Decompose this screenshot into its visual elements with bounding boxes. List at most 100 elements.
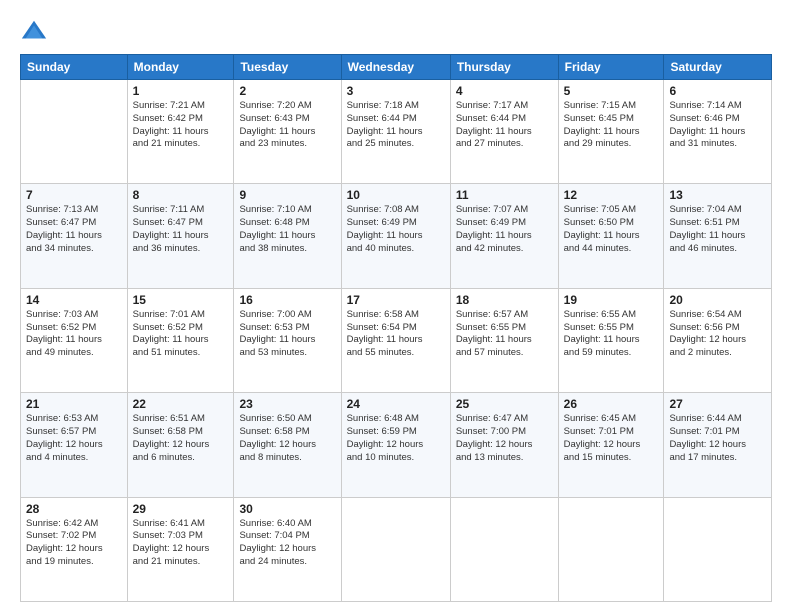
- calendar-cell: 14Sunrise: 7:03 AM Sunset: 6:52 PM Dayli…: [21, 288, 128, 392]
- day-number: 27: [669, 397, 766, 411]
- day-number: 8: [133, 188, 229, 202]
- calendar-cell: 15 Sunrise: 7:01 AM Sunset: 6:52 PM Dayli…: [127, 288, 234, 392]
- day-content: Sunrise: 7:05 AM Sunset: 6:50 PM Dayligh…: [564, 204, 659, 255]
- calendar-cell: 25 Sunrise: 6:47 AM Sunset: 7:00 PM Dayli…: [450, 393, 558, 497]
- day-content: Sunrise: 6:55 AM Sunset: 6:55 PM Dayligh…: [564, 309, 659, 360]
- calendar-header-monday: Monday: [127, 55, 234, 80]
- calendar-table: SundayMondayTuesdayWednesdayThursdayFrid…: [20, 54, 772, 602]
- calendar-week-4: 21 Sunrise: 6:53 AM Sunset: 6:57 PM Dayli…: [21, 393, 772, 497]
- day-content: Sunrise: 6:48 AM Sunset: 6:59 PM Dayligh…: [347, 413, 445, 464]
- day-number: 15: [133, 293, 229, 307]
- calendar-cell: [558, 497, 664, 601]
- day-content: Sunrise: 7:08 AM Sunset: 6:49 PM Dayligh…: [347, 204, 445, 255]
- calendar-cell: 16 Sunrise: 7:00 AM Sunset: 6:53 PM Dayli…: [234, 288, 341, 392]
- calendar-header-wednesday: Wednesday: [341, 55, 450, 80]
- calendar-week-2: 7 Sunrise: 7:13 AM Sunset: 6:47 PM Daylig…: [21, 184, 772, 288]
- day-number: 30: [239, 502, 335, 516]
- calendar-cell: 27 Sunrise: 6:44 AM Sunset: 7:01 PM Dayli…: [664, 393, 772, 497]
- day-number: 17: [347, 293, 445, 307]
- day-content: Sunrise: 7:14 AM Sunset: 6:46 PM Dayligh…: [669, 100, 766, 151]
- day-number: 7: [26, 188, 122, 202]
- day-content: Sunrise: 6:47 AM Sunset: 7:00 PM Dayligh…: [456, 413, 553, 464]
- day-content: Sunrise: 6:57 AM Sunset: 6:55 PM Dayligh…: [456, 309, 553, 360]
- day-number: 9: [239, 188, 335, 202]
- day-number: 24: [347, 397, 445, 411]
- day-number: 10: [347, 188, 445, 202]
- calendar-cell: [664, 497, 772, 601]
- calendar-cell: 4Sunrise: 7:17 AM Sunset: 6:44 PM Daylig…: [450, 80, 558, 184]
- day-number: 21: [26, 397, 122, 411]
- day-content: Sunrise: 7:10 AM Sunset: 6:48 PM Dayligh…: [239, 204, 335, 255]
- calendar-header-saturday: Saturday: [664, 55, 772, 80]
- calendar-cell: 7 Sunrise: 7:13 AM Sunset: 6:47 PM Daylig…: [21, 184, 128, 288]
- day-number: 28: [26, 502, 122, 516]
- day-number: 22: [133, 397, 229, 411]
- calendar-cell: 10 Sunrise: 7:08 AM Sunset: 6:49 PM Dayli…: [341, 184, 450, 288]
- day-number: 16: [239, 293, 335, 307]
- calendar-week-5: 28 Sunrise: 6:42 AM Sunset: 7:02 PM Dayli…: [21, 497, 772, 601]
- day-number: 29: [133, 502, 229, 516]
- day-number: 6: [669, 84, 766, 98]
- calendar-header-thursday: Thursday: [450, 55, 558, 80]
- day-content: Sunrise: 6:40 AM Sunset: 7:04 PM Dayligh…: [239, 518, 335, 569]
- day-content: Sunrise: 7:13 AM Sunset: 6:47 PM Dayligh…: [26, 204, 122, 255]
- day-content: Sunrise: 7:15 AM Sunset: 6:45 PM Dayligh…: [564, 100, 659, 151]
- calendar-week-1: 1Sunrise: 7:21 AM Sunset: 6:42 PM Daylig…: [21, 80, 772, 184]
- calendar-cell: 26Sunrise: 6:45 AM Sunset: 7:01 PM Dayli…: [558, 393, 664, 497]
- calendar-cell: [341, 497, 450, 601]
- calendar-cell: 29 Sunrise: 6:41 AM Sunset: 7:03 PM Dayli…: [127, 497, 234, 601]
- day-number: 25: [456, 397, 553, 411]
- day-number: 11: [456, 188, 553, 202]
- day-number: 5: [564, 84, 659, 98]
- day-content: Sunrise: 6:50 AM Sunset: 6:58 PM Dayligh…: [239, 413, 335, 464]
- day-number: 12: [564, 188, 659, 202]
- day-number: 2: [239, 84, 335, 98]
- day-content: Sunrise: 6:44 AM Sunset: 7:01 PM Dayligh…: [669, 413, 766, 464]
- logo-icon: [20, 18, 48, 46]
- day-content: Sunrise: 6:54 AM Sunset: 6:56 PM Dayligh…: [669, 309, 766, 360]
- calendar-cell: 13 Sunrise: 7:04 AM Sunset: 6:51 PM Dayli…: [664, 184, 772, 288]
- day-number: 18: [456, 293, 553, 307]
- calendar-cell: 19 Sunrise: 6:55 AM Sunset: 6:55 PM Dayli…: [558, 288, 664, 392]
- calendar-header-sunday: Sunday: [21, 55, 128, 80]
- calendar-header-row: SundayMondayTuesdayWednesdayThursdayFrid…: [21, 55, 772, 80]
- calendar-cell: 2Sunrise: 7:20 AM Sunset: 6:43 PM Daylig…: [234, 80, 341, 184]
- calendar-cell: 9 Sunrise: 7:10 AM Sunset: 6:48 PM Daylig…: [234, 184, 341, 288]
- calendar-cell: 1Sunrise: 7:21 AM Sunset: 6:42 PM Daylig…: [127, 80, 234, 184]
- day-number: 14: [26, 293, 122, 307]
- calendar-cell: [450, 497, 558, 601]
- calendar-cell: 17Sunrise: 6:58 AM Sunset: 6:54 PM Dayli…: [341, 288, 450, 392]
- calendar-cell: 6 Sunrise: 7:14 AM Sunset: 6:46 PM Daylig…: [664, 80, 772, 184]
- day-content: Sunrise: 7:00 AM Sunset: 6:53 PM Dayligh…: [239, 309, 335, 360]
- day-content: Sunrise: 6:53 AM Sunset: 6:57 PM Dayligh…: [26, 413, 122, 464]
- calendar-cell: 5 Sunrise: 7:15 AM Sunset: 6:45 PM Daylig…: [558, 80, 664, 184]
- calendar-cell: 12 Sunrise: 7:05 AM Sunset: 6:50 PM Dayli…: [558, 184, 664, 288]
- day-number: 1: [133, 84, 229, 98]
- calendar-cell: [21, 80, 128, 184]
- calendar-cell: 21 Sunrise: 6:53 AM Sunset: 6:57 PM Dayli…: [21, 393, 128, 497]
- calendar-cell: 8 Sunrise: 7:11 AM Sunset: 6:47 PM Daylig…: [127, 184, 234, 288]
- calendar-cell: 23 Sunrise: 6:50 AM Sunset: 6:58 PM Dayli…: [234, 393, 341, 497]
- day-number: 19: [564, 293, 659, 307]
- calendar-header-tuesday: Tuesday: [234, 55, 341, 80]
- day-number: 23: [239, 397, 335, 411]
- day-number: 20: [669, 293, 766, 307]
- day-number: 3: [347, 84, 445, 98]
- day-content: Sunrise: 6:41 AM Sunset: 7:03 PM Dayligh…: [133, 518, 229, 569]
- page: SundayMondayTuesdayWednesdayThursdayFrid…: [0, 0, 792, 612]
- day-content: Sunrise: 7:04 AM Sunset: 6:51 PM Dayligh…: [669, 204, 766, 255]
- day-content: Sunrise: 7:07 AM Sunset: 6:49 PM Dayligh…: [456, 204, 553, 255]
- calendar-cell: 18 Sunrise: 6:57 AM Sunset: 6:55 PM Dayli…: [450, 288, 558, 392]
- day-content: Sunrise: 6:42 AM Sunset: 7:02 PM Dayligh…: [26, 518, 122, 569]
- calendar-header-friday: Friday: [558, 55, 664, 80]
- day-content: Sunrise: 7:11 AM Sunset: 6:47 PM Dayligh…: [133, 204, 229, 255]
- calendar-cell: 30 Sunrise: 6:40 AM Sunset: 7:04 PM Dayli…: [234, 497, 341, 601]
- day-number: 13: [669, 188, 766, 202]
- calendar-cell: 3Sunrise: 7:18 AM Sunset: 6:44 PM Daylig…: [341, 80, 450, 184]
- day-number: 4: [456, 84, 553, 98]
- day-content: Sunrise: 7:01 AM Sunset: 6:52 PM Dayligh…: [133, 309, 229, 360]
- calendar-cell: 24 Sunrise: 6:48 AM Sunset: 6:59 PM Dayli…: [341, 393, 450, 497]
- calendar-cell: 22Sunrise: 6:51 AM Sunset: 6:58 PM Dayli…: [127, 393, 234, 497]
- day-number: 26: [564, 397, 659, 411]
- logo: [20, 18, 52, 46]
